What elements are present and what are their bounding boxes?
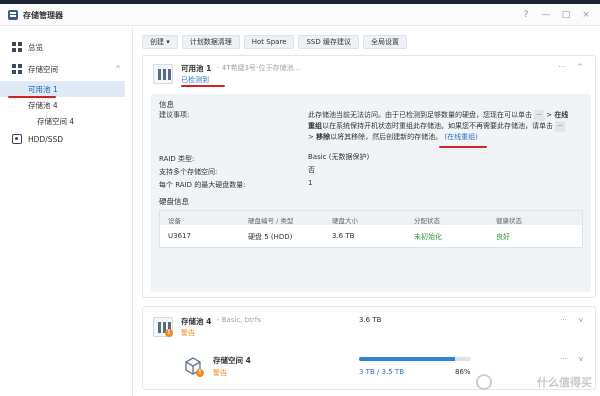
more-options-icon[interactable]: ··· (560, 316, 567, 324)
create-button[interactable]: 创建 ▾ (142, 35, 178, 49)
sidebar-item-label: 可用池 1 (28, 84, 58, 94)
more-options-icon[interactable]: ··· (558, 63, 565, 71)
maximize-icon[interactable]: □ (560, 9, 572, 21)
more-options-icon[interactable]: ··· (560, 355, 567, 363)
watermark-logo-icon (476, 374, 492, 390)
volume4-usage-fill (359, 357, 456, 361)
sidebar-item-label: 存储空间 4 (37, 116, 75, 126)
volume4-usage-bar (359, 357, 471, 361)
sidebar-item-pool1[interactable]: 可用池 1 (0, 81, 125, 97)
volume4-percent: 86% (455, 368, 471, 376)
expand-chevron-icon[interactable]: v (579, 316, 583, 324)
pool4-subtitle: - Basic, btrfs (217, 316, 261, 324)
pool1-info-section: 信息 建议事项: 此存储池当前无法访问。由于已检测到足够数量的硬盘，您现在可以单… (151, 94, 591, 292)
info-heading: 信息 (159, 100, 174, 109)
red-annotation-underline (181, 85, 225, 87)
cell-device: U3617 (168, 232, 191, 240)
help-icon[interactable]: ? (520, 9, 532, 21)
cell-disk: 硬盘 5 (HDD) (248, 233, 293, 241)
pool4-title: 存储池 4 (181, 317, 212, 326)
toolbar: 创建 ▾ 计划数据清理 Hot Spare SSD 缓存建议 全局设置 (142, 35, 407, 49)
cell-health: 良好 (496, 233, 510, 241)
warning-badge-icon: ! (196, 369, 204, 377)
more-options-icon: ··· (534, 110, 544, 121)
sidebar-item-label: 存储池 4 (28, 100, 58, 110)
watermark: 什么值得买 (537, 376, 592, 389)
volume4-usage: 3 TB / 3.5 TB (359, 368, 405, 376)
sidebar-item-label: 总览 (28, 42, 43, 52)
window-titlebar: 存储管理器 ? — □ × (0, 4, 600, 26)
col-alloc: 分配状态 (414, 217, 440, 225)
window-title: 存储管理器 (23, 11, 63, 20)
cell-size: 3.6 TB (332, 232, 355, 240)
col-health: 健康状态 (496, 217, 522, 225)
disk-info-heading: 硬盘信息 (159, 197, 189, 206)
suggestion-label: 建议事项: (159, 111, 190, 119)
red-annotation-underline (439, 146, 487, 148)
sidebar: 总览 存储空间 ^ 可用池 1 存储池 4 存储空间 4 HDD/SSD (0, 27, 133, 396)
max-disk-value: 1 (308, 179, 313, 187)
volume4-status: 警告 (213, 369, 227, 377)
sidebar-item-overview[interactable]: 总览 (0, 39, 133, 55)
pool1-title: 可用池 1 (181, 64, 212, 73)
expand-chevron-icon[interactable]: v (579, 355, 583, 363)
schedule-scrub-button[interactable]: 计划数据清理 (181, 35, 240, 49)
global-settings-button[interactable]: 全局设置 (363, 35, 407, 49)
sidebar-item-pool4[interactable]: 存储池 4 (0, 97, 133, 113)
max-disk-label: 每个 RAID 的最大硬盘数量: (159, 181, 246, 189)
suggestion-text: 此存储池当前无法访问。由于已检测到足够数量的硬盘，您现在可以单击 ··· > 在… (308, 110, 569, 141)
raid-type-value: Basic (无数据保护) (308, 153, 370, 161)
overview-grid-icon (12, 42, 22, 52)
multi-volume-value: 否 (308, 166, 315, 174)
chevron-up-icon[interactable]: ^ (115, 65, 121, 73)
online-reassemble-link[interactable]: (在线重组) (444, 133, 477, 141)
sidebar-item-label: HDD/SSD (28, 134, 64, 144)
pool1-panel: 可用池 1 - 4T希捷3号-位于存储池... 已检测到 ··· ^ 信息 建议… (142, 55, 596, 298)
col-device: 设备 (168, 217, 181, 225)
sidebar-item-volume4[interactable]: 存储空间 4 (0, 113, 133, 129)
storage-pool-icon (153, 64, 173, 84)
pool1-subtitle: - 4T希捷3号-位于存储池... (217, 64, 301, 72)
sidebar-item-hdd-ssd[interactable]: HDD/SSD (0, 131, 133, 147)
warning-badge-icon: ! (165, 329, 173, 337)
col-disk: 硬盘编号 / 类型 (248, 217, 294, 225)
hot-spare-button[interactable]: Hot Spare (243, 35, 295, 49)
minimize-icon[interactable]: — (540, 9, 552, 21)
disk-table-header: 设备 硬盘编号 / 类型 硬盘大小 分配状态 健康状态 (160, 211, 582, 225)
sidebar-item-storage[interactable]: 存储空间 ^ (0, 61, 133, 77)
pool4-status: 警告 (181, 329, 195, 337)
volume4-title: 存储空间 4 (213, 356, 251, 365)
collapse-chevron-icon[interactable]: ^ (577, 63, 583, 71)
sidebar-item-label: 存储空间 (28, 64, 58, 74)
storage-manager-icon (8, 10, 18, 20)
raid-type-label: RAID 类型: (159, 155, 195, 163)
disk-table: 设备 硬盘编号 / 类型 硬盘大小 分配状态 健康状态 U3617 硬盘 5 (… (159, 210, 583, 248)
disk-icon (12, 134, 22, 144)
pool4-panel: ! 存储池 4 - Basic, btrfs 警告 3.6 TB ··· v !… (142, 306, 596, 390)
pool4-size: 3.6 TB (359, 316, 382, 324)
main-content: 创建 ▾ 计划数据清理 Hot Spare SSD 缓存建议 全局设置 可用池 … (134, 27, 600, 396)
cell-alloc: 未初始化 (414, 233, 442, 241)
close-icon[interactable]: × (580, 9, 592, 21)
ssd-cache-advice-button[interactable]: SSD 缓存建议 (298, 35, 359, 49)
multi-volume-label: 支持多个存储空间: (159, 168, 218, 176)
more-options-icon: ··· (555, 121, 565, 132)
pool1-status: 已检测到 (181, 76, 209, 84)
col-size: 硬盘大小 (332, 217, 358, 225)
storage-grid-icon (12, 64, 22, 74)
